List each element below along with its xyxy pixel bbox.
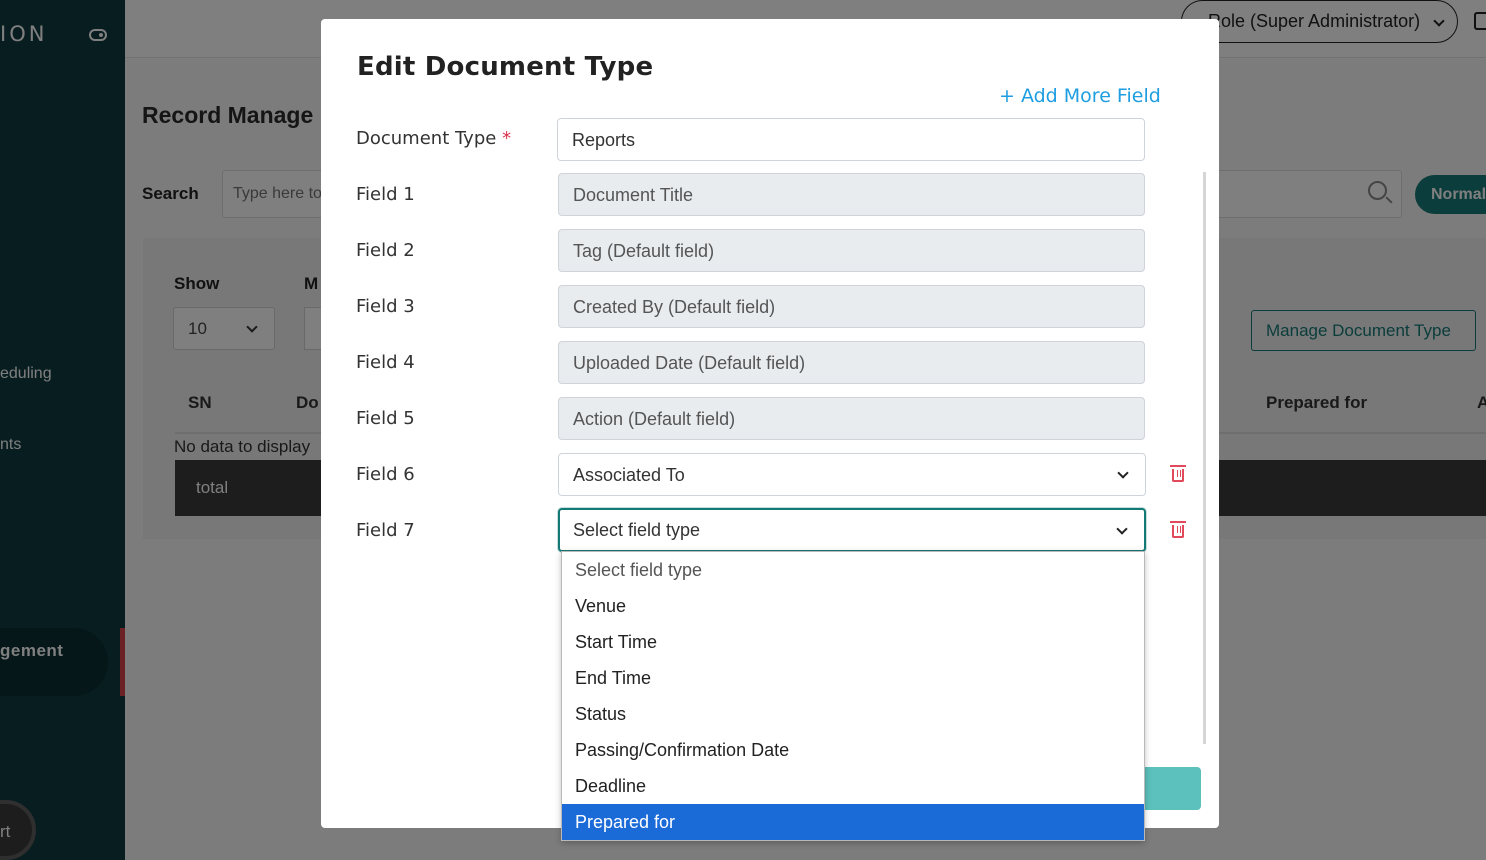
option-end-time[interactable]: End Time — [562, 660, 1144, 696]
field-2-input: Tag (Default field) — [558, 229, 1145, 272]
document-type-input[interactable]: Reports — [557, 118, 1145, 161]
field-1-label: Field 1 — [356, 184, 415, 205]
modal-title: Edit Document Type — [357, 52, 654, 82]
field-6-select[interactable]: Associated To — [558, 453, 1146, 496]
field-1-input: Document Title — [558, 173, 1145, 216]
option-status[interactable]: Status — [562, 696, 1144, 732]
chevron-down-icon — [1117, 467, 1129, 479]
option-venue[interactable]: Venue — [562, 588, 1144, 624]
field-7-value: Select field type — [573, 520, 701, 540]
field-3-label: Field 3 — [356, 296, 415, 317]
modal-scrollbar[interactable] — [1203, 172, 1206, 744]
document-type-label: Document Type * — [356, 128, 511, 149]
option-start-time[interactable]: Start Time — [562, 624, 1144, 660]
field-7-select[interactable]: Select field type — [558, 508, 1146, 552]
add-more-field-link[interactable]: + Add More Field — [999, 85, 1161, 107]
field-2-label: Field 2 — [356, 240, 415, 261]
field-3-input: Created By (Default field) — [558, 285, 1145, 328]
delete-field-7-icon[interactable] — [1170, 521, 1186, 538]
field-6-value: Associated To — [573, 465, 685, 485]
save-button[interactable] — [1140, 767, 1201, 810]
document-type-label-text: Document Type — [356, 128, 497, 149]
field-4-label: Field 4 — [356, 352, 415, 373]
field-6-label: Field 6 — [356, 464, 415, 485]
field-4-input: Uploaded Date (Default field) — [558, 341, 1145, 384]
option-passing-confirmation-date[interactable]: Passing/Confirmation Date — [562, 732, 1144, 768]
field-7-label: Field 7 — [356, 520, 415, 541]
required-marker: * — [502, 128, 512, 149]
delete-field-6-icon[interactable] — [1170, 465, 1186, 482]
field-5-label: Field 5 — [356, 408, 415, 429]
chevron-down-icon — [1116, 523, 1128, 535]
option-select-field-type[interactable]: Select field type — [562, 552, 1144, 588]
option-deadline[interactable]: Deadline — [562, 768, 1144, 804]
option-prepared-for[interactable]: Prepared for — [562, 804, 1144, 840]
field-5-input: Action (Default field) — [558, 397, 1145, 440]
field-type-dropdown-list: Select field type Venue Start Time End T… — [561, 551, 1145, 841]
